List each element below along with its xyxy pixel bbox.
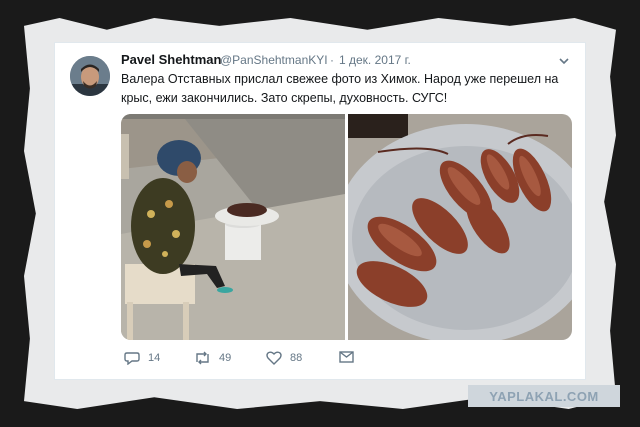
tweet-text-line-1: Валера Отставных прислал свежее фото из … bbox=[121, 72, 559, 86]
reply-icon bbox=[124, 352, 140, 365]
separator-dot: · bbox=[330, 53, 334, 67]
retweet-icon bbox=[196, 351, 209, 365]
reply-count: 14 bbox=[148, 352, 161, 364]
like-count: 88 bbox=[290, 352, 303, 364]
tweet-text: Валера Отставных прислал свежее фото из … bbox=[121, 70, 561, 108]
author-name[interactable]: Pavel Shehtman bbox=[121, 52, 221, 67]
retweet-count: 49 bbox=[219, 352, 232, 364]
envelope-icon bbox=[339, 351, 354, 363]
chevron-down-icon[interactable] bbox=[558, 54, 570, 66]
like-button[interactable]: 88 bbox=[266, 351, 302, 365]
tweet-text-line-2: крыс, ежи закончились. Зато скрепы, духо… bbox=[121, 91, 448, 105]
author-handle[interactable]: @PanShehtmanKYI bbox=[220, 53, 328, 67]
avatar[interactable] bbox=[70, 56, 110, 96]
heart-icon bbox=[266, 351, 282, 365]
tweet-date[interactable]: 1 дек. 2017 г. bbox=[339, 53, 411, 67]
tweet-photo-tray[interactable] bbox=[348, 114, 572, 340]
watermark: YAPLAKAL.COM bbox=[468, 385, 620, 407]
reply-button[interactable]: 14 bbox=[124, 351, 160, 365]
dm-button[interactable] bbox=[339, 351, 362, 363]
tweet-photo-street[interactable] bbox=[121, 114, 345, 340]
retweet-button[interactable]: 49 bbox=[194, 351, 231, 365]
